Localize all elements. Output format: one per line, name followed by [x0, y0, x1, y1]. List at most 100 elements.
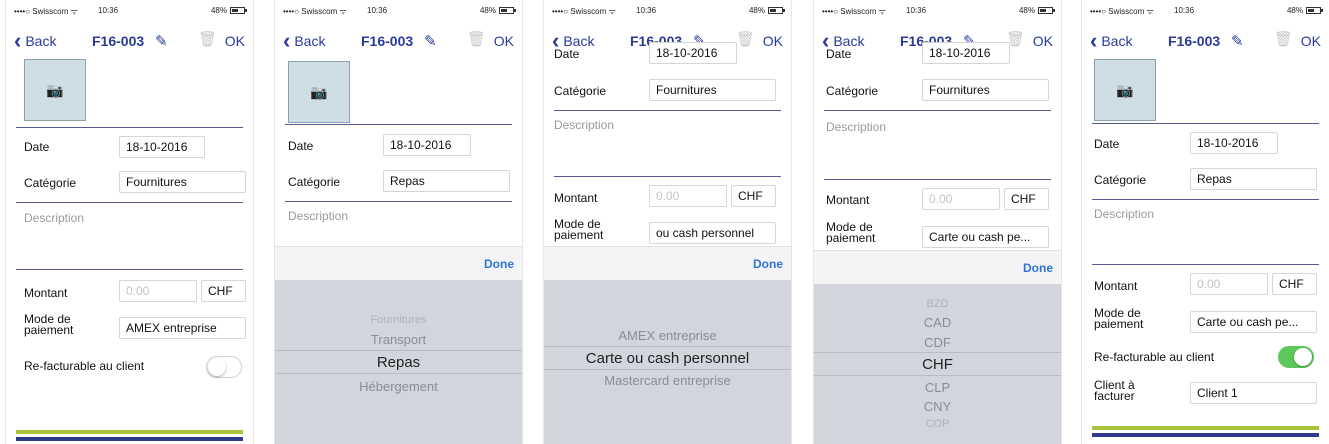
ok-button[interactable]: OK [1301, 33, 1321, 49]
mode-field[interactable]: AMEX entreprise [119, 317, 246, 339]
battery-status: 48% [1287, 6, 1323, 15]
picker-option[interactable]: Mastercard entreprise [544, 373, 791, 388]
divider [16, 269, 243, 270]
ok-button[interactable]: OK [225, 33, 245, 49]
picker-option[interactable]: CAD [814, 315, 1061, 330]
description-field[interactable]: Description [826, 120, 886, 134]
description-field[interactable]: Description [24, 211, 84, 225]
status-bar: ••••○ Swisscom ᯤ 10:36 48% [275, 0, 522, 22]
chevron-left-icon: ‹ [822, 28, 830, 53]
refacturable-toggle[interactable] [206, 356, 242, 378]
picker-option[interactable]: Transport [275, 332, 522, 347]
date-label: Date [1094, 137, 1120, 151]
picker-option[interactable]: BZD [814, 298, 1061, 310]
back-button[interactable]: ‹ Back [14, 30, 57, 52]
currency-picker[interactable]: BZD CAD CDF CHF CLP CNY COP [814, 284, 1061, 444]
battery-percent: 48% [1018, 6, 1035, 15]
currency-field[interactable]: CHF [731, 185, 776, 207]
form: Date 18-10-2016 Catégorie Fournitures De… [544, 42, 791, 444]
edit-icon[interactable]: ✎ [1231, 32, 1244, 50]
currency-field[interactable]: CHF [201, 280, 246, 302]
form: 📷 Date 18-10-2016 Catégorie Repas Descri… [275, 56, 522, 444]
category-picker[interactable]: Fournitures Transport Repas Hébergement [275, 280, 522, 444]
trash-icon[interactable]: 🗑 [1274, 30, 1293, 48]
mode-field[interactable]: ou cash personnel [649, 222, 776, 244]
done-button[interactable]: Done [1023, 261, 1053, 275]
back-button[interactable]: ‹ Back [283, 30, 325, 52]
back-button[interactable]: ‹ Back [1090, 30, 1132, 52]
refacturable-toggle[interactable] [1278, 346, 1314, 368]
page-title: F16-003 [92, 33, 145, 49]
trash-icon[interactable]: 🗑 [198, 30, 217, 48]
categorie-label: Catégorie [554, 84, 607, 98]
trash-icon[interactable]: 🗑 [467, 30, 486, 48]
picker-toolbar: Done [814, 250, 1061, 284]
picker-option[interactable]: AMEX entreprise [544, 328, 791, 343]
picker-option-selected[interactable]: Carte ou cash personnel [544, 350, 791, 367]
picker-option-selected[interactable]: CHF [814, 356, 1061, 373]
nav-bar: ‹Back F16-003 ✎ 🗑 OK [275, 28, 522, 56]
chevron-left-icon: ‹ [552, 28, 560, 53]
categorie-field[interactable]: Fournitures [649, 79, 776, 101]
nav-bar: ‹Back F16-003 ✎ 🗑 OK [1082, 28, 1329, 56]
montant-input[interactable]: 0.00 [1190, 273, 1268, 295]
categorie-field[interactable]: Repas [383, 170, 510, 192]
categorie-label: Catégorie [1094, 173, 1147, 187]
client-field[interactable]: Client 1 [1190, 382, 1317, 404]
mode-field[interactable]: Carte ou cash pe... [922, 226, 1049, 248]
divider [554, 176, 781, 177]
refacturable-label: Re-facturable au client [1094, 350, 1215, 364]
clock: 10:36 [367, 6, 388, 15]
picker-option[interactable]: CNY [814, 399, 1061, 414]
edit-icon[interactable]: ✎ [424, 32, 437, 50]
photo-button[interactable]: 📷 [24, 59, 86, 121]
camera-icon: 📷 [46, 81, 64, 98]
currency-field[interactable]: CHF [1004, 188, 1049, 210]
categorie-label: Catégorie [288, 175, 341, 189]
description-field[interactable]: Description [288, 209, 348, 223]
categorie-field[interactable]: Fournitures [922, 79, 1049, 101]
date-label: Date [288, 139, 314, 153]
ok-button[interactable]: OK [763, 33, 783, 49]
battery-percent: 48% [479, 6, 496, 15]
done-button[interactable]: Done [753, 257, 783, 271]
divider [1092, 123, 1319, 124]
mode-field[interactable]: Carte ou cash pe... [1190, 311, 1317, 333]
battery-status: 48% [748, 6, 785, 15]
categorie-field[interactable]: Fournitures [119, 171, 246, 193]
mode-label: Mode de paiement [554, 217, 604, 242]
ok-button[interactable]: OK [1033, 33, 1053, 49]
picker-option[interactable]: Hébergement [275, 379, 522, 394]
montant-input[interactable]: 0.00 [922, 188, 1000, 210]
date-field[interactable]: 18-10-2016 [119, 136, 205, 158]
photo-button[interactable]: 📷 [1094, 59, 1156, 121]
divider [1092, 199, 1319, 200]
ok-button[interactable]: OK [494, 33, 514, 49]
accent-bar-green [1092, 426, 1319, 430]
montant-input[interactable]: 0.00 [119, 280, 197, 302]
montant-input[interactable]: 0.00 [649, 185, 727, 207]
categorie-field[interactable]: Repas [1190, 168, 1317, 190]
photo-button[interactable]: 📷 [288, 61, 350, 123]
description-field[interactable]: Description [554, 118, 614, 132]
camera-icon: 📷 [310, 83, 328, 100]
carrier: ••••○ Swisscom ᯤ [822, 7, 886, 16]
picker-option[interactable]: CDF [814, 335, 1061, 350]
trash-icon[interactable]: 🗑 [736, 30, 755, 48]
picker-option[interactable]: Fournitures [275, 314, 522, 326]
description-field[interactable]: Description [1094, 207, 1154, 221]
carrier: ••••○ Swisscom ᯤ [552, 7, 616, 16]
picker-option[interactable]: COP [814, 418, 1061, 430]
picker-option[interactable]: CLP [814, 380, 1061, 395]
date-field[interactable]: 18-10-2016 [383, 134, 471, 156]
edit-icon[interactable]: ✎ [155, 32, 168, 50]
back-label: Back [25, 33, 57, 49]
payment-picker[interactable]: AMEX entreprise Carte ou cash personnel … [544, 280, 791, 444]
currency-field[interactable]: CHF [1272, 273, 1317, 295]
date-field[interactable]: 18-10-2016 [922, 42, 1010, 64]
battery-percent: 48% [748, 6, 765, 15]
date-field[interactable]: 18-10-2016 [1190, 132, 1278, 154]
date-field[interactable]: 18-10-2016 [649, 42, 737, 64]
picker-option-selected[interactable]: Repas [275, 354, 522, 371]
done-button[interactable]: Done [484, 257, 514, 271]
